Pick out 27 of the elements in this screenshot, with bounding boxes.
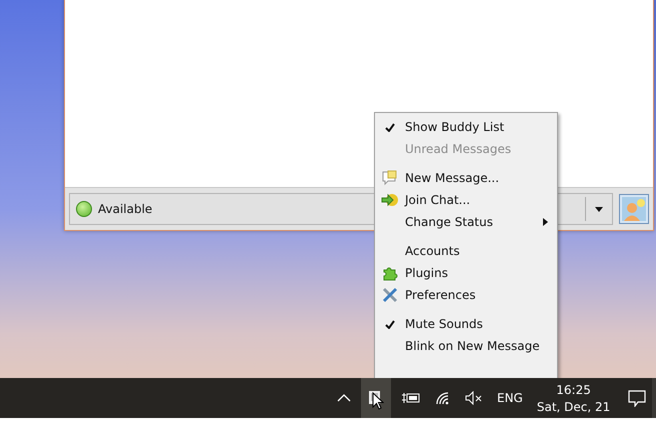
menu-item[interactable]: Preferences [375,284,557,306]
speaker-muted-icon[interactable] [465,391,483,405]
checkmark-icon [385,320,395,328]
tray-app-button[interactable] [361,378,391,418]
notification-icon[interactable] [628,390,646,406]
clock-date[interactable]: Sat, Dec, 21 [536,400,610,414]
menu-item[interactable]: Accounts [375,240,557,262]
status-label: Available [98,202,152,216]
mouse-cursor-icon [372,392,384,410]
submenu-arrow-icon [543,218,548,226]
tools-icon [382,287,398,303]
menu-item[interactable]: New Message... [375,167,557,189]
buddy-icon[interactable] [619,194,649,224]
menu-item[interactable]: Show Buddy List [375,116,557,138]
menu-item[interactable]: Blink on New Message [375,335,557,357]
wifi-icon[interactable] [435,391,451,405]
input-language-indicator[interactable]: ENG [497,391,523,405]
chevron-up-icon[interactable] [337,394,351,402]
battery-charging-icon[interactable] [401,392,421,404]
menu-item[interactable]: Mute Sounds [375,313,557,335]
puzzle-icon [382,265,398,281]
note-icon [382,170,398,186]
arrow-icon [381,192,399,208]
menu-item[interactable]: Plugins [375,262,557,284]
checkmark-icon [385,122,395,132]
available-status-icon [76,201,92,217]
clock-time[interactable]: 16:25 [556,382,591,396]
